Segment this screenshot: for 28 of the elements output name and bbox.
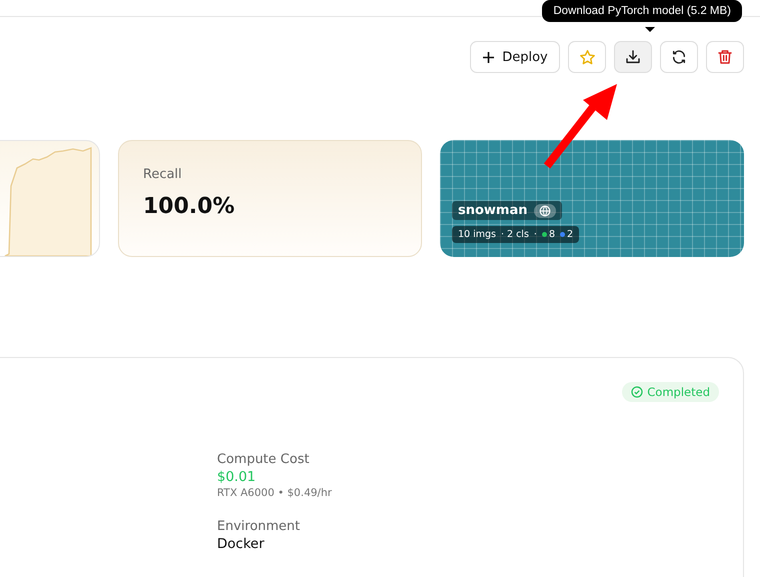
separator-dot: ·: [534, 229, 537, 240]
field-note: RTX A6000 • $0.49/hr: [217, 487, 332, 499]
metric-label: Recall: [143, 167, 183, 182]
image-count: 10 imgs: [458, 229, 496, 240]
tooltip-pointer: [645, 27, 655, 32]
status-badge: Completed: [622, 382, 719, 402]
download-icon: [625, 49, 641, 65]
field-value: Docker: [217, 536, 266, 552]
metric-value: 100.0%: [143, 194, 236, 219]
field-value: $0.01: [217, 469, 257, 485]
check-circle-icon: [631, 386, 644, 398]
label-count: 8: [548, 229, 555, 240]
field-label: Environment: [217, 519, 302, 534]
dataset-name: snowman: [458, 203, 528, 218]
tooltip: Download PyTorch model (5.2 MB): [542, 0, 742, 22]
deploy-button[interactable]: Deploy: [470, 41, 560, 73]
field-label: Compute Cost: [217, 452, 310, 467]
delete-button[interactable]: [706, 41, 744, 73]
refresh-button[interactable]: [660, 41, 698, 73]
plus-icon: [482, 50, 496, 64]
star-icon: [578, 48, 596, 66]
trash-icon: [717, 49, 733, 65]
class-count: · 2 cls: [500, 229, 529, 240]
download-button[interactable]: [614, 41, 652, 73]
photo-placeholder[interactable]: snowman 10 imgs · 2 cls · 8 2: [440, 140, 744, 257]
refresh-icon: [671, 49, 687, 65]
label-count: 2: [566, 229, 574, 240]
globe-icon: [534, 204, 556, 218]
